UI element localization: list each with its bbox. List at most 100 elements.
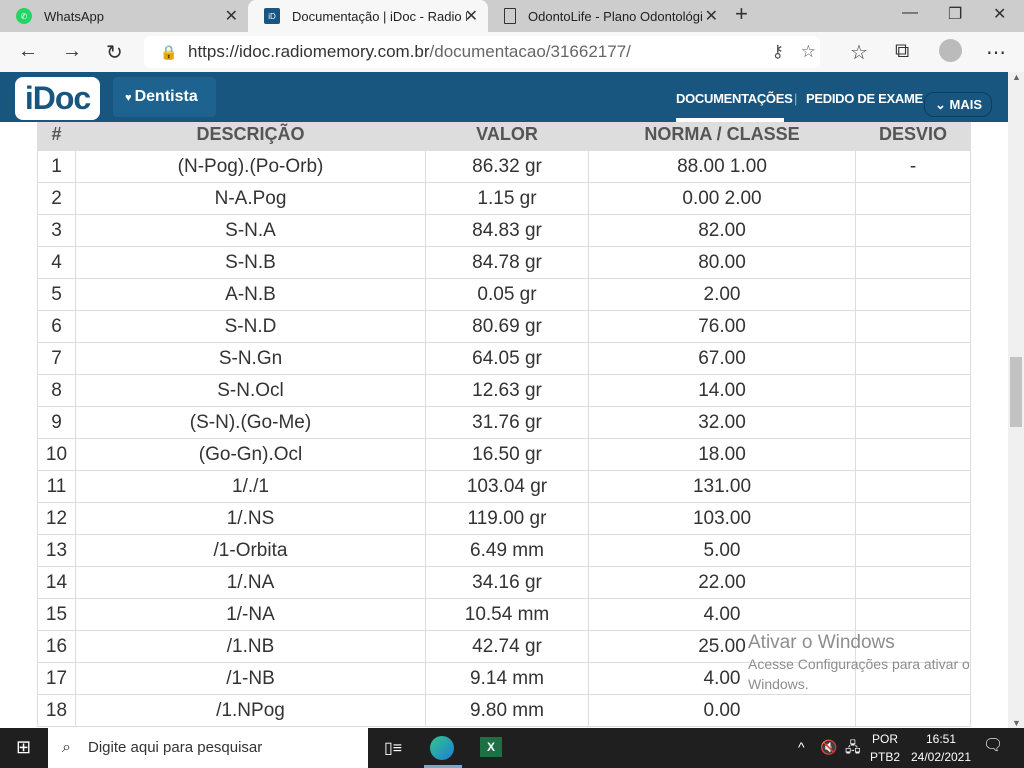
row-number: 10 — [37, 438, 76, 471]
more-icon[interactable]: ⋯ — [986, 40, 1006, 65]
value-cell: 9.80 mm — [425, 694, 589, 727]
scroll-up-icon[interactable]: ▲ — [1012, 72, 1021, 82]
norm-cell: 80.00 — [588, 246, 856, 279]
description-cell: A-N.B — [75, 278, 426, 311]
clock[interactable]: 16:51 24/02/2021 — [906, 730, 976, 766]
idoc-logo[interactable]: iDoc — [15, 77, 100, 120]
description-cell: S-N.B — [75, 246, 426, 279]
windows-start-icon[interactable]: ⊞ — [16, 737, 31, 758]
row-number: 16 — [37, 630, 76, 663]
deviation-cell — [855, 406, 971, 439]
value-cell: 42.74 gr — [425, 630, 589, 663]
deviation-cell — [855, 438, 971, 471]
deviation-cell — [855, 278, 971, 311]
key-icon[interactable]: ⚷ — [772, 36, 784, 68]
value-cell: 1.15 gr — [425, 182, 589, 215]
row-number: 15 — [37, 598, 76, 631]
value-cell: 12.63 gr — [425, 374, 589, 407]
scrollbar-thumb[interactable] — [1010, 357, 1022, 427]
tray-chevron-icon[interactable]: ^ — [798, 738, 805, 756]
norm-cell: 67.00 — [588, 342, 856, 375]
description-cell: S-N.A — [75, 214, 426, 247]
norm-cell: 18.00 — [588, 438, 856, 471]
value-cell: 86.32 gr — [425, 150, 589, 183]
table-row: 10 (Go-Gn).Ocl 16.50 gr 18.00 — [37, 438, 971, 471]
row-number: 2 — [37, 182, 76, 215]
description-cell: (N-Pog).(Po-Orb) — [75, 150, 426, 183]
value-cell: 119.00 gr — [425, 502, 589, 535]
back-button[interactable]: ← — [18, 40, 38, 63]
description-cell: (Go-Gn).Ocl — [75, 438, 426, 471]
value-cell: 103.04 gr — [425, 470, 589, 503]
profile-avatar[interactable] — [939, 39, 962, 62]
taskbar-search[interactable]: ⌕ Digite aqui para pesquisar — [48, 728, 368, 768]
row-number: 18 — [37, 694, 76, 727]
description-cell: /1-NB — [75, 662, 426, 695]
dentist-button[interactable]: ♥ Dentista — [113, 77, 216, 117]
network-icon[interactable]: 🖧 — [845, 738, 861, 756]
norm-cell: 131.00 — [588, 470, 856, 503]
description-cell: 1/-NA — [75, 598, 426, 631]
deviation-cell — [855, 374, 971, 407]
deviation-cell — [855, 310, 971, 343]
row-number: 14 — [37, 566, 76, 599]
close-tab-icon[interactable]: ✕ — [225, 6, 238, 26]
row-number: 4 — [37, 246, 76, 279]
scroll-down-icon[interactable]: ▼ — [1012, 718, 1021, 728]
table-row: 11 1/./1 103.04 gr 131.00 — [37, 470, 971, 503]
menu-pedido-exame[interactable]: PEDIDO DE EXAME — [806, 91, 923, 106]
tab-whatsapp[interactable]: ✆ WhatsApp ✕ — [0, 0, 248, 32]
favorites-icon[interactable]: ☆ — [850, 40, 868, 65]
menu-documentacoes[interactable]: DOCUMENTAÇÕES — [676, 91, 793, 106]
norm-cell: 82.00 — [588, 214, 856, 247]
add-favorite-icon[interactable]: ☆ — [801, 36, 816, 68]
search-icon: ⌕ — [62, 739, 71, 756]
description-cell: /1-Orbita — [75, 534, 426, 567]
mais-dropdown[interactable]: ⌄ MAIS — [924, 92, 992, 117]
norm-cell: 0.00 2.00 — [588, 182, 856, 215]
deviation-cell — [855, 246, 971, 279]
value-cell: 80.69 gr — [425, 310, 589, 343]
close-tab-icon[interactable]: ✕ — [465, 6, 478, 26]
task-view-icon[interactable]: ▯≡ — [384, 738, 402, 758]
value-cell: 34.16 gr — [425, 566, 589, 599]
table-row: 3 S-N.A 84.83 gr 82.00 — [37, 214, 971, 247]
tab-idoc[interactable]: iD Documentação | iDoc - Radio Memory ✕ — [248, 0, 488, 32]
table-row: 18/1.NPog 9.80 mm 0.00 — [37, 694, 971, 727]
new-tab-button[interactable]: + — [735, 1, 748, 27]
close-tab-icon[interactable]: ✕ — [705, 6, 718, 26]
edge-icon[interactable] — [430, 736, 454, 760]
table-row: 6 S-N.D 80.69 gr 76.00 — [37, 310, 971, 343]
table-row: 7 S-N.Gn 64.05 gr 67.00 — [37, 342, 971, 375]
row-number: 7 — [37, 342, 76, 375]
norm-cell: 22.00 — [588, 566, 856, 599]
row-number: 9 — [37, 406, 76, 439]
tab-odontolife[interactable]: OdontoLife - Plano Odontológico ✕ — [488, 0, 728, 32]
table-header: # DESCRIÇÃO VALOR NORMA / CLASSE DESVIO — [37, 118, 971, 151]
deviation-cell — [855, 566, 971, 599]
address-bar-row: ← → ↻ 🔒 https://idoc.radiomemory.com.br/… — [0, 32, 1024, 72]
value-cell: 31.76 gr — [425, 406, 589, 439]
forward-button[interactable]: → — [62, 40, 82, 63]
restore-button[interactable]: ❐ — [948, 4, 962, 24]
notifications-icon[interactable]: 🗨 — [983, 737, 1003, 755]
idoc-icon: iD — [264, 8, 280, 24]
page-content: # DESCRIÇÃO VALOR NORMA / CLASSE DESVIO … — [0, 72, 1008, 728]
norm-cell: 5.00 — [588, 534, 856, 567]
url-input[interactable]: 🔒 https://idoc.radiomemory.com.br/docume… — [144, 36, 820, 68]
norm-cell: 103.00 — [588, 502, 856, 535]
value-cell: 16.50 gr — [425, 438, 589, 471]
table-row: 12 1/.NS 119.00 gr 103.00 — [37, 502, 971, 535]
table-row: 2 N-A.Pog 1.15 gr 0.00 2.00 — [37, 182, 971, 215]
language-indicator[interactable]: POR PTB2 — [870, 730, 900, 766]
minimize-button[interactable]: — — [902, 4, 918, 22]
close-window-button[interactable]: ✕ — [993, 4, 1006, 24]
refresh-button[interactable]: ↻ — [106, 40, 123, 65]
volume-muted-icon[interactable]: 🔇 — [820, 738, 837, 756]
collections-icon[interactable]: ⧉ — [895, 40, 909, 63]
value-cell: 9.14 mm — [425, 662, 589, 695]
deviation-cell — [855, 182, 971, 215]
excel-icon[interactable]: X — [480, 737, 502, 757]
deviation-cell — [855, 214, 971, 247]
vertical-scrollbar[interactable]: ▲ ▼ — [1008, 72, 1024, 728]
